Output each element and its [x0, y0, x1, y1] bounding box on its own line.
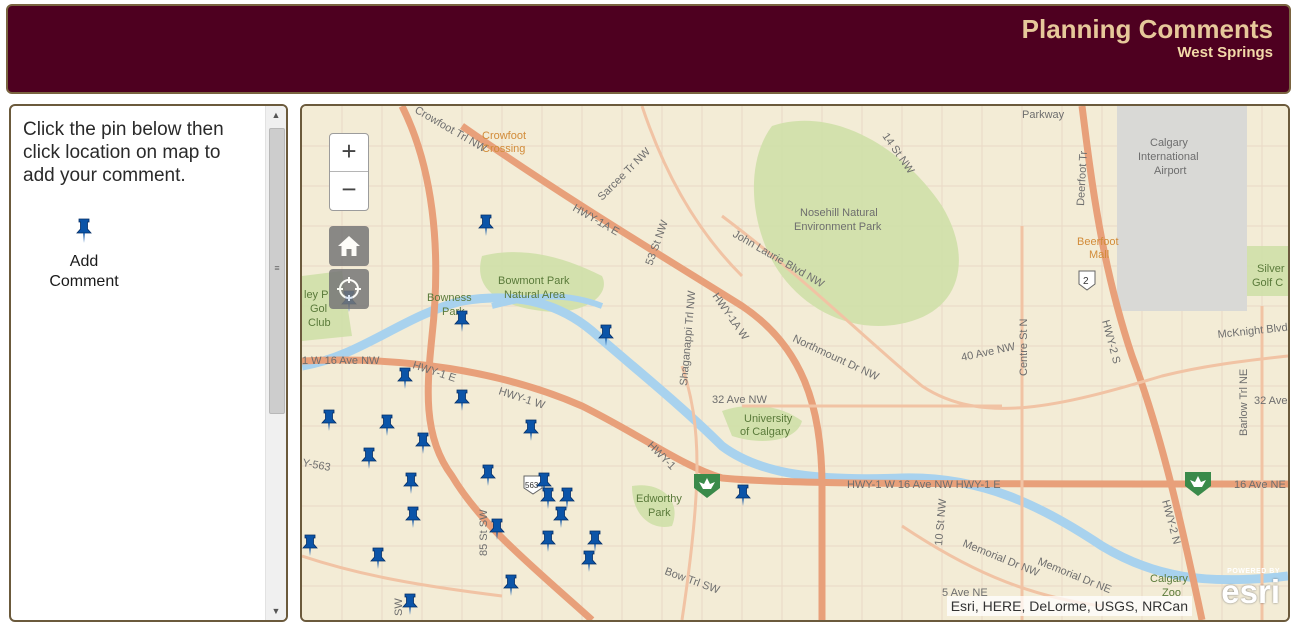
label-crowfoot-1: Crowfoot	[482, 130, 526, 142]
label-nosehill-1: Nosehill Natural	[800, 207, 878, 219]
page-subtitle: West Springs	[1177, 44, 1273, 61]
scroll-down-arrow-icon[interactable]: ▼	[266, 602, 286, 620]
add-comment-label-line1: Add	[69, 253, 99, 270]
sidebar-panel: Click the pin below then click location …	[9, 104, 288, 622]
label-16ave-ne: 16 Ave NE	[1234, 479, 1286, 491]
label-silver-golf-1: Silver	[1257, 263, 1285, 275]
label-centre-st: Centre St N	[1018, 318, 1030, 376]
label-16ave-left: 1 W 16 Ave NW	[302, 355, 380, 367]
label-airport-3: Airport	[1154, 165, 1186, 177]
scrollbar-thumb[interactable]: ≡	[269, 128, 285, 414]
esri-logo[interactable]: POWERED BY esri	[1202, 568, 1280, 614]
label-uofc-1: University	[744, 413, 793, 425]
label-crowfoot-2: Crossing	[482, 143, 525, 155]
label-edworthy-1: Edworthy	[636, 493, 682, 505]
label-32ave-nw: 32 Ave NW	[712, 394, 767, 406]
home-button[interactable]	[329, 226, 369, 266]
label-bowness-1: Bowness	[427, 292, 472, 304]
label-barlow: Barlow Trl NE	[1238, 369, 1250, 436]
scroll-up-arrow-icon[interactable]: ▲	[266, 106, 286, 124]
label-bowmont-2: Natural Area	[504, 289, 566, 301]
zoom-in-button[interactable]: +	[330, 134, 368, 172]
esri-logo-word: esri	[1221, 573, 1280, 610]
label-uofc-2: of Calgary	[740, 426, 791, 438]
basemap: Crowfoot Crossing Calgary International …	[302, 106, 1288, 620]
add-comment-label-line2: Comment	[49, 273, 119, 290]
label-silver-golf-2: Golf C	[1252, 277, 1283, 289]
zoom-control: + −	[329, 133, 369, 211]
map-attribution[interactable]: Esri, HERE, DeLorme, USGS, NRCan	[946, 596, 1192, 616]
label-parkway: Parkway	[1022, 109, 1065, 121]
label-edworthy-2: Park	[648, 507, 671, 519]
zoom-out-button[interactable]: −	[330, 172, 368, 209]
label-beerfoot-1: Beerfoot	[1077, 236, 1119, 248]
locate-crosshair-icon	[337, 277, 361, 301]
instructions-text: Click the pin below then click location …	[23, 119, 224, 186]
label-nosehill-2: Environment Park	[794, 221, 882, 233]
label-golf-3: Club	[308, 317, 331, 329]
app-header: Planning Comments West Springs	[6, 4, 1291, 94]
add-comment-button[interactable]: Add Comment	[39, 218, 129, 292]
map-view[interactable]: Crowfoot Crossing Calgary International …	[300, 104, 1290, 622]
pushpin-icon	[76, 218, 92, 243]
svg-text:2: 2	[1083, 276, 1089, 287]
label-airport-1: Calgary	[1150, 137, 1188, 149]
label-golf-1: ley P	[304, 289, 328, 301]
svg-text:563: 563	[525, 481, 539, 490]
label-beerfoot-2: Mall	[1089, 249, 1109, 261]
home-icon	[338, 236, 360, 256]
sidebar-scrollbar[interactable]: ▲ ≡ ▼	[265, 106, 286, 620]
locate-button[interactable]	[329, 269, 369, 309]
label-golf-2: Gol	[310, 303, 327, 315]
label-hwy1-16ave: HWY-1 W 16 Ave NW HWY-1 E	[847, 479, 1001, 491]
label-airport-2: International	[1138, 151, 1199, 163]
scrollbar-grip-icon: ≡	[274, 263, 280, 273]
label-85st: 85 St SW	[478, 509, 490, 556]
page-title: Planning Comments	[1021, 14, 1273, 44]
label-zoo-1: Calgary	[1150, 573, 1188, 585]
label-32ave-ne: 32 Ave	[1254, 395, 1287, 407]
label-bowmont-1: Bowmont Park	[498, 275, 570, 287]
